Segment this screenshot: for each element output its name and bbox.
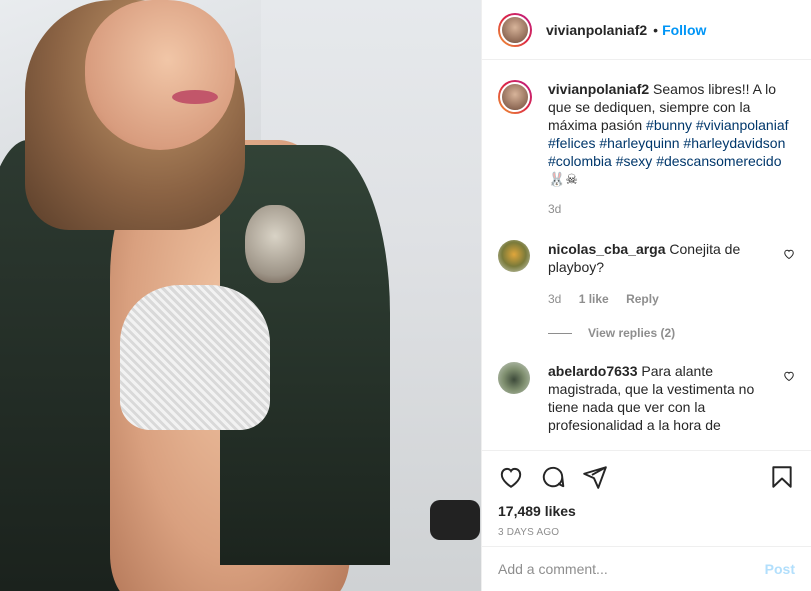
heart-icon[interactable] — [783, 248, 795, 260]
caption-avatar[interactable] — [498, 80, 532, 114]
comment-input[interactable] — [498, 561, 765, 577]
hashtag-link[interactable]: #harleydavidson — [683, 135, 785, 151]
hashtag-link[interactable]: #vivianpolaniaf — [696, 117, 789, 133]
reply-button[interactable]: Reply — [626, 292, 659, 306]
add-comment-bar: Post — [482, 546, 811, 591]
comment-username[interactable]: abelardo7633 — [548, 363, 638, 379]
comment-avatar[interactable] — [498, 362, 530, 394]
vest-patch — [245, 205, 305, 283]
post-container: vivianpolaniaf2 • Follow vivianpolaniaf2… — [0, 0, 811, 591]
caption-time[interactable]: 3d — [548, 202, 561, 216]
post-actions: 17,489 likes 3 DAYS AGO — [482, 450, 811, 546]
comment-likes[interactable]: 1 like — [579, 292, 609, 306]
hashtag-link[interactable]: #descansomerecido — [656, 153, 781, 169]
post-header: vivianpolaniaf2 • Follow — [482, 0, 811, 60]
share-icon[interactable] — [582, 464, 608, 490]
hashtag-link[interactable]: #colombia — [548, 153, 612, 169]
comments-list[interactable]: vivianpolaniaf2 Seamos libres!! A lo que… — [482, 60, 811, 450]
hashtag-link[interactable]: #harleyquinn — [599, 135, 679, 151]
comment-time[interactable]: 3d — [548, 292, 561, 306]
separator-dot: • — [653, 21, 659, 38]
comment-icon[interactable] — [540, 464, 566, 490]
caption-emoji: 🐰☠ — [548, 171, 578, 187]
bookmark-icon[interactable] — [769, 464, 795, 490]
view-replies-label: View replies (2) — [588, 326, 676, 340]
caption: vivianpolaniaf2 Seamos libres!! A lo que… — [498, 80, 795, 218]
follow-button[interactable]: Follow — [662, 22, 706, 38]
header-username[interactable]: vivianpolaniaf2 — [546, 22, 647, 38]
comment-item: abelardo7633 Para alante magistrada, que… — [498, 362, 795, 434]
avatar[interactable] — [498, 12, 532, 47]
wrist-cuff — [430, 500, 480, 540]
heart-icon[interactable] — [783, 370, 795, 382]
hashtag-link[interactable]: #bunny — [646, 117, 692, 133]
comment-item: nicolas_cba_arga Conejita de playboy? 3d… — [498, 240, 795, 308]
post-date[interactable]: 3 DAYS AGO — [498, 527, 795, 538]
heart-icon[interactable] — [498, 464, 524, 490]
post-side-panel: vivianpolaniaf2 • Follow vivianpolaniaf2… — [481, 0, 811, 591]
post-button[interactable]: Post — [765, 561, 795, 577]
view-replies-button[interactable]: View replies (2) — [548, 326, 795, 340]
comment-avatar[interactable] — [498, 240, 530, 272]
hashtag-link[interactable]: #sexy — [616, 153, 653, 169]
post-photo[interactable] — [0, 0, 481, 591]
caption-username[interactable]: vivianpolaniaf2 — [548, 81, 649, 97]
comment-username[interactable]: nicolas_cba_arga — [548, 241, 666, 257]
hashtag-link[interactable]: #felices — [548, 135, 595, 151]
likes-count[interactable]: 17,489 likes — [498, 503, 795, 519]
